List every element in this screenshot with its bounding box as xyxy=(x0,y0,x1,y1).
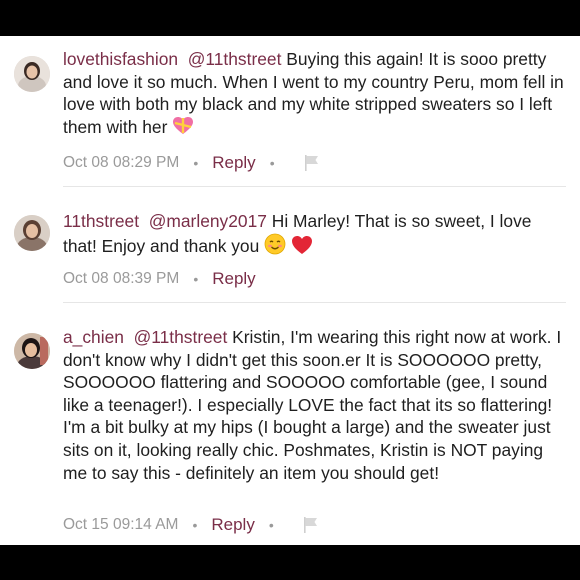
comment-timestamp: Oct 08 08:39 PM xyxy=(63,270,180,287)
comment-mention[interactable]: @11thstreet xyxy=(134,327,228,347)
comment-divider xyxy=(63,186,566,187)
comment-meta: Oct 08 08:39 PM • Reply xyxy=(63,268,256,290)
comment-mention[interactable]: @11thstreet xyxy=(188,49,282,69)
red-heart-emoji xyxy=(291,235,313,261)
comment-meta: Oct 08 08:29 PM • Reply • xyxy=(63,152,321,174)
comment-timestamp: Oct 15 09:14 AM xyxy=(63,516,179,533)
comment-divider xyxy=(63,302,566,303)
separator-dot: • xyxy=(193,271,199,287)
comments-panel: lovethisfashion @11thstreet Buying this … xyxy=(0,36,580,545)
reply-button[interactable]: Reply xyxy=(211,515,254,535)
gift-heart-emoji xyxy=(172,116,194,142)
smiling-face-emoji xyxy=(264,233,286,261)
flag-icon[interactable] xyxy=(303,154,321,172)
separator-dot: • xyxy=(193,155,199,171)
comment-body: 11thstreet @marleny2017 Hi Marley! That … xyxy=(63,210,568,260)
avatar[interactable] xyxy=(14,56,50,92)
comment-mention[interactable]: @marleny2017 xyxy=(149,211,267,231)
avatar[interactable] xyxy=(14,333,50,369)
separator-dot: • xyxy=(192,517,198,533)
reply-button[interactable]: Reply xyxy=(212,153,255,173)
flag-icon[interactable] xyxy=(302,516,320,534)
avatar[interactable] xyxy=(14,215,50,251)
reply-button[interactable]: Reply xyxy=(212,269,255,289)
separator-dot: • xyxy=(268,517,274,533)
comment-timestamp: Oct 08 08:29 PM xyxy=(63,154,180,171)
comment-username[interactable]: lovethisfashion xyxy=(63,49,178,69)
comment-body: lovethisfashion @11thstreet Buying this … xyxy=(63,48,568,141)
comment-meta: Oct 15 09:14 AM • Reply • xyxy=(63,514,320,536)
separator-dot: • xyxy=(269,155,275,171)
comment-body: a_chien @11thstreet Kristin, I'm wearing… xyxy=(63,326,568,484)
comment-username[interactable]: a_chien xyxy=(63,327,124,347)
comment-username[interactable]: 11thstreet xyxy=(63,211,139,231)
comment-text: Kristin, I'm wearing this right now at w… xyxy=(63,327,562,483)
